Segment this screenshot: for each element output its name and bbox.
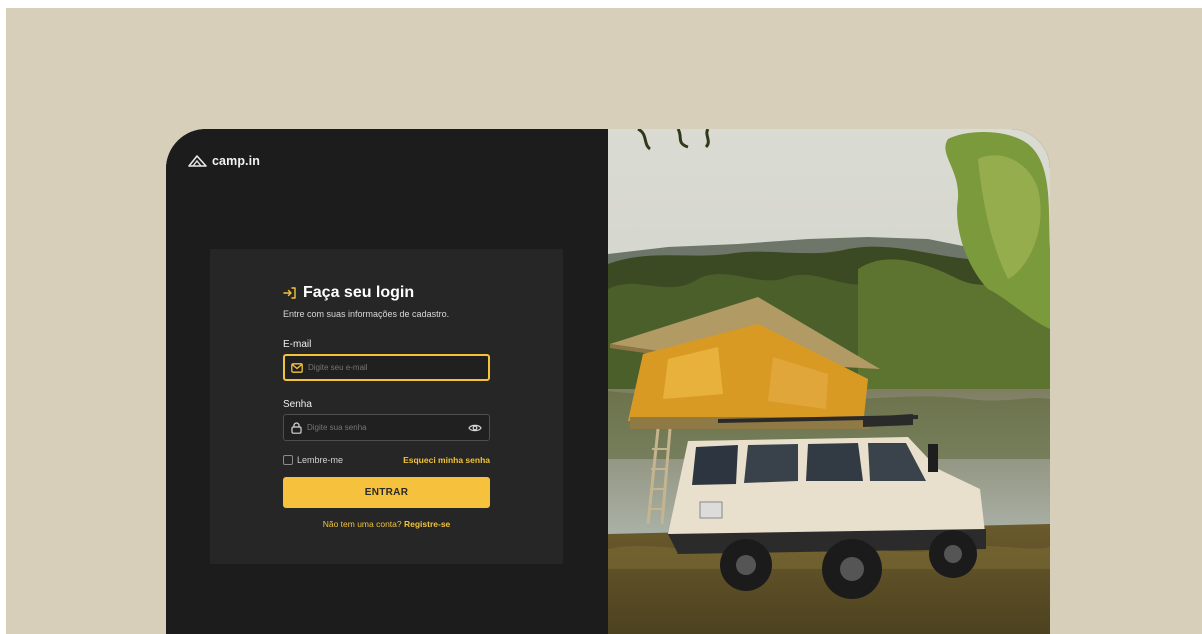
eye-icon — [468, 424, 482, 432]
password-input[interactable] — [307, 423, 447, 432]
login-card: camp.in Faça seu login Entre com suas in… — [166, 129, 1050, 634]
login-heading: Faça seu login — [283, 283, 490, 303]
login-form-panel: Faça seu login Entre com suas informaçõe… — [210, 249, 563, 564]
camping-truck-photo — [608, 129, 1050, 634]
password-label: Senha — [283, 399, 312, 410]
email-input[interactable] — [308, 363, 448, 372]
login-button[interactable]: ENTRAR — [283, 477, 490, 508]
password-visibility-toggle[interactable] — [468, 421, 482, 439]
password-field[interactable] — [283, 414, 490, 441]
signup-link[interactable]: Registre-se — [404, 519, 450, 529]
login-button-label: ENTRAR — [364, 487, 409, 498]
lock-icon — [291, 421, 302, 434]
remember-me[interactable]: Lembre-me — [283, 455, 343, 465]
forgot-password-link[interactable]: Esqueci minha senha — [403, 455, 490, 465]
remember-me-label: Lembre-me — [297, 455, 344, 465]
signup-prompt-text: Não tem uma conta? — [322, 519, 402, 529]
login-options: Lembre-me Esqueci minha senha — [283, 455, 490, 465]
remember-me-checkbox[interactable] — [283, 455, 293, 465]
brand-logo[interactable]: camp.in — [188, 154, 260, 168]
login-subtitle: Entre com suas informações de cadastro. — [283, 309, 450, 319]
hero-image — [608, 129, 1050, 634]
login-pane: camp.in Faça seu login Entre com suas in… — [166, 129, 608, 634]
signup-prompt: Não tem uma conta? Registre-se — [283, 519, 490, 529]
email-field[interactable] — [283, 354, 490, 381]
mail-icon — [291, 362, 303, 373]
login-form: Faça seu login Entre com suas informaçõe… — [283, 283, 490, 529]
brand-name: camp.in — [212, 154, 260, 168]
login-arrow-icon — [283, 287, 296, 299]
page-title: Faça seu login — [303, 284, 415, 301]
tent-mountain-icon — [188, 155, 207, 167]
email-label: E-mail — [283, 339, 312, 350]
